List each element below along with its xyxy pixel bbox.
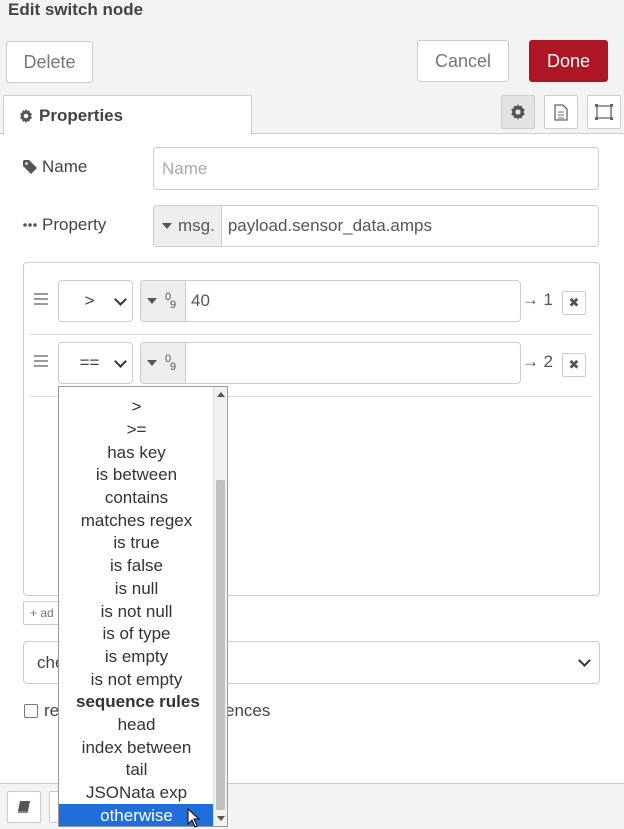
dropdown-option[interactable]: >=: [59, 419, 214, 442]
property-label: Property: [23, 215, 106, 235]
dropdown-option[interactable]: index between: [59, 736, 214, 759]
dropdown-option[interactable]: is not null: [59, 600, 214, 623]
operator-dropdown: > >= has key is between contains matches rege…: [58, 386, 228, 827]
dropdown-option[interactable]: is null: [59, 578, 214, 601]
dropdown-option[interactable]: is not empty: [59, 668, 214, 691]
operator-select[interactable]: ==: [58, 342, 133, 384]
chevron-down-icon: [578, 654, 591, 667]
chevron-down-icon: [114, 355, 127, 368]
scroll-up-icon[interactable]: [217, 392, 225, 397]
book-icon: [18, 801, 30, 813]
appearance-tab-button[interactable]: [587, 95, 621, 129]
caret-down-icon: [147, 298, 157, 304]
dropdown-group-label: sequence rules: [76, 692, 200, 712]
remove-rule-button[interactable]: ✖: [562, 353, 586, 377]
name-input[interactable]: Name: [153, 147, 599, 190]
property-type-selector[interactable]: msg.: [154, 206, 222, 246]
cancel-button[interactable]: Cancel: [417, 40, 509, 82]
dropdown-option[interactable]: contains: [59, 487, 214, 510]
name-placeholder: Name: [162, 158, 208, 178]
property-input[interactable]: msg. payload.sensor_data.amps: [153, 205, 599, 247]
done-button[interactable]: Done: [529, 40, 608, 82]
scrollbar-thumb[interactable]: [216, 480, 225, 810]
mouse-cursor-icon: [187, 808, 201, 828]
operator-dropdown-list: > >= has key is between contains matches rege…: [59, 387, 214, 826]
dropdown-option[interactable]: JSONata exp: [59, 782, 214, 805]
delete-button[interactable]: Delete: [6, 41, 93, 83]
number-type-icon: 09: [165, 291, 177, 311]
recompute-label: re ences: [44, 701, 271, 720]
rule-value-input[interactable]: 09: [140, 342, 521, 384]
drag-handle-icon[interactable]: [34, 290, 48, 308]
rule-row: > 09 40 → 1 ✖: [30, 273, 593, 335]
tab-properties-label: Properties: [39, 105, 124, 125]
value-type-selector[interactable]: 09: [141, 281, 186, 321]
tag-icon: [23, 160, 37, 174]
dropdown-option[interactable]: has key: [59, 441, 214, 464]
frame-icon: [595, 104, 613, 120]
caret-down-icon: [147, 360, 157, 366]
remove-rule-button[interactable]: ✖: [562, 291, 586, 315]
output-port-label: → 1: [521, 290, 553, 309]
dropdown-option[interactable]: head: [59, 714, 214, 737]
recompute-checkbox[interactable]: [24, 704, 38, 718]
help-button[interactable]: [7, 791, 41, 823]
rule-value-input[interactable]: 09 40: [140, 280, 521, 322]
output-port-label: → 2: [521, 352, 553, 371]
property-value: payload.sensor_data.amps: [227, 216, 432, 235]
ellipsis-icon: [23, 223, 37, 227]
dropdown-option[interactable]: is empty: [59, 646, 214, 669]
name-label: Name: [23, 157, 87, 177]
dropdown-top-spacer: [59, 387, 214, 396]
number-type-icon: 09: [165, 353, 177, 373]
gear-icon: [20, 108, 32, 123]
value-type-selector[interactable]: 09: [141, 343, 186, 383]
dropdown-option[interactable]: is false: [59, 555, 214, 578]
add-rule-button[interactable]: + ad: [23, 601, 61, 625]
drag-handle-icon[interactable]: [34, 352, 48, 370]
dropdown-scrollbar[interactable]: [213, 387, 227, 826]
dropdown-option[interactable]: tail: [59, 759, 214, 782]
scroll-down-icon[interactable]: [217, 816, 225, 821]
description-tab-button[interactable]: [544, 95, 578, 129]
dropdown-option[interactable]: is true: [59, 532, 214, 555]
properties-tab-button[interactable]: [501, 95, 535, 129]
dropdown-option[interactable]: >: [59, 396, 214, 419]
gear-icon: [511, 104, 525, 120]
chevron-down-icon: [114, 293, 127, 306]
dropdown-option[interactable]: matches regex: [59, 509, 214, 532]
caret-down-icon: [162, 223, 172, 229]
dialog-title: Edit switch node: [8, 0, 144, 19]
dropdown-option[interactable]: is of type: [59, 623, 214, 646]
tab-properties[interactable]: Properties: [3, 95, 252, 135]
rule-value: 40: [191, 291, 210, 310]
dropdown-option[interactable]: is between: [59, 464, 214, 487]
document-icon: [554, 103, 568, 121]
operator-select[interactable]: >: [58, 280, 133, 322]
